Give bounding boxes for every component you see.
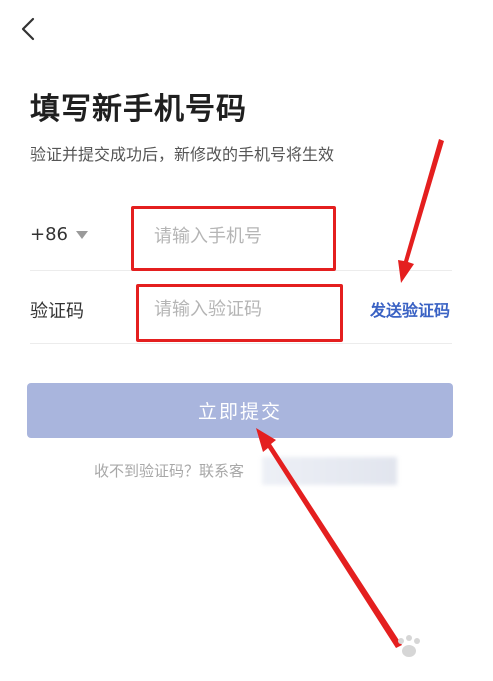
verification-code-row: 验证码 发送验证码 — [30, 275, 452, 344]
code-label: 验证码 — [30, 301, 84, 322]
paw-logo-icon — [398, 635, 420, 657]
page-title: 填写新手机号码 — [30, 92, 247, 127]
country-code-selector[interactable]: +86 — [30, 224, 88, 245]
submit-button[interactable]: 立即提交 — [27, 383, 453, 438]
help-text[interactable]: 收不到验证码？联系客 — [94, 460, 244, 481]
verification-code-input[interactable] — [152, 293, 346, 325]
watermark — [391, 633, 471, 667]
blurred-region — [262, 457, 397, 485]
back-button[interactable] — [14, 14, 44, 44]
phone-input[interactable] — [152, 220, 346, 252]
country-code-label: +86 — [30, 224, 68, 245]
caret-down-icon — [76, 230, 88, 239]
chevron-left-icon — [21, 17, 35, 41]
phone-row: +86 — [30, 200, 452, 271]
page-subtitle: 验证并提交成功后，新修改的手机号将生效 — [30, 145, 335, 164]
send-code-button[interactable]: 发送验证码 — [370, 297, 450, 321]
